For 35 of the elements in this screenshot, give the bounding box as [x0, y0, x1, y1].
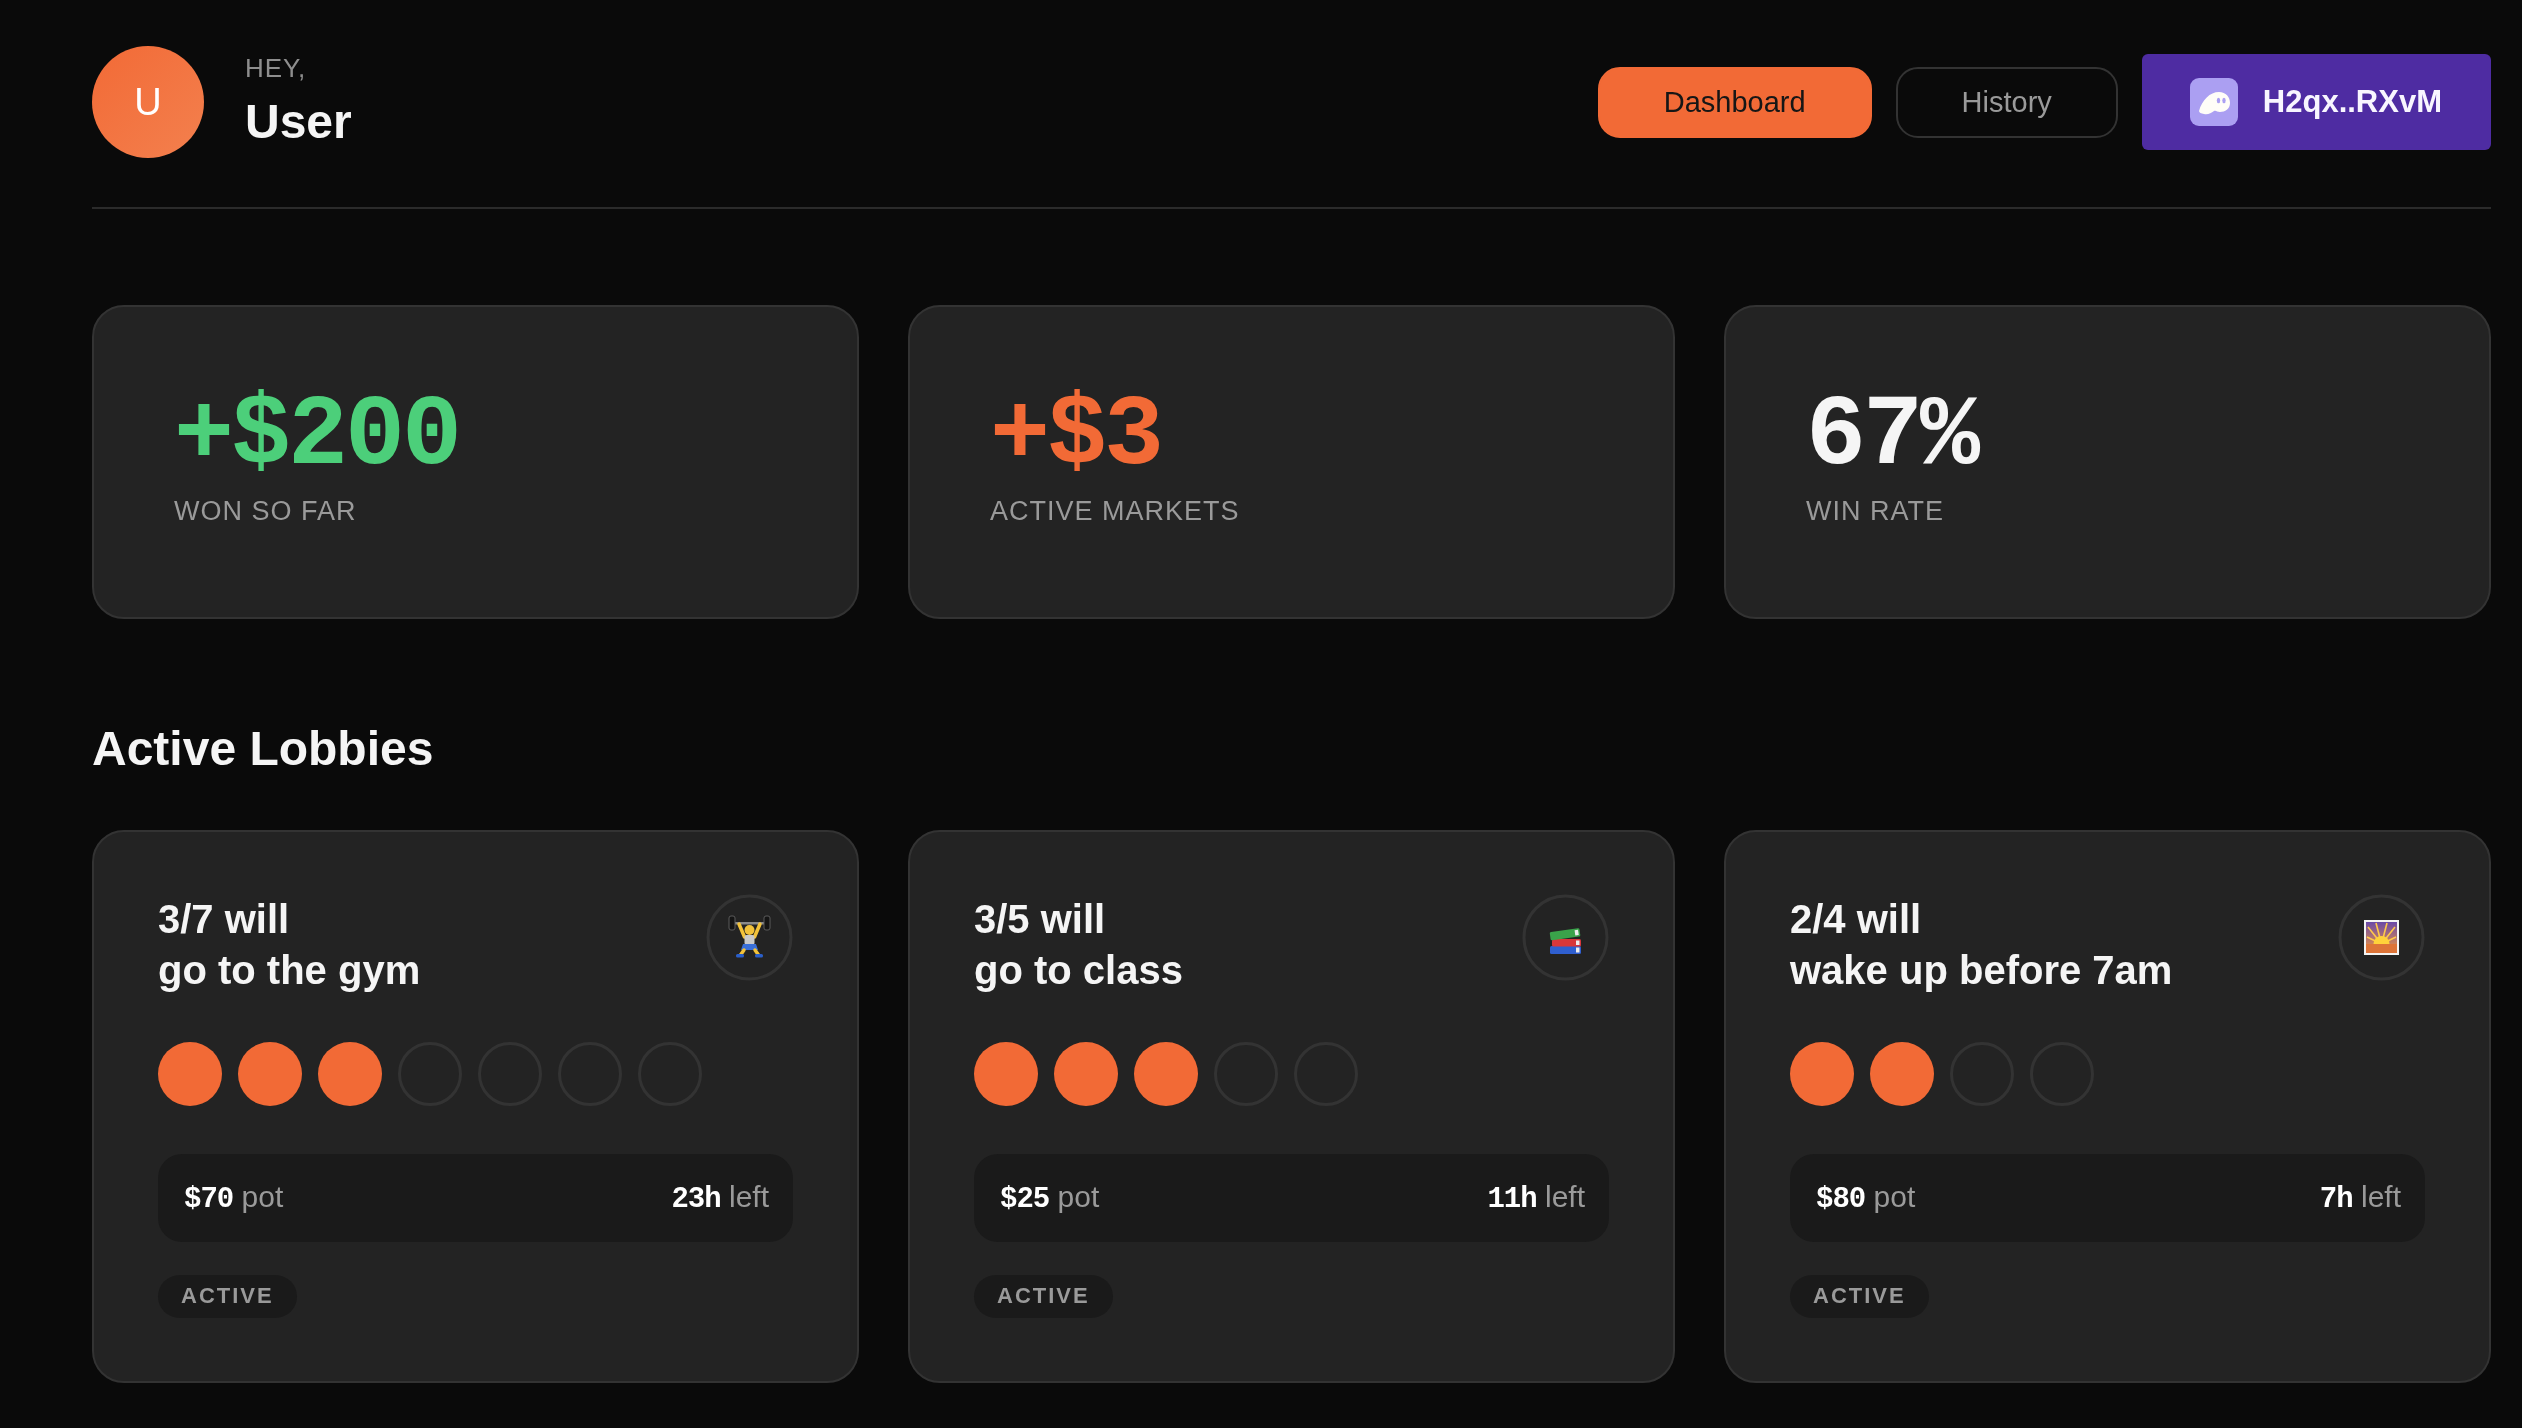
lobby-title: 3/5 will — [974, 895, 1106, 943]
lobby-card[interactable]: 3/7 will go to the gym $70 pot 23h left ACTIVE — [92, 829, 859, 1383]
stat-value: +$3 — [990, 387, 1162, 487]
lobby-card[interactable]: 3/5 will go to class $25 pot 11h left ACTIVE — [908, 829, 1675, 1383]
wallet-button[interactable]: H2qx..RXvM — [2141, 54, 2491, 150]
books-icon — [1522, 893, 1609, 981]
stat-value: 67% — [1806, 387, 1978, 487]
stat-label: WON SO FAR — [174, 495, 357, 528]
user-name: User — [245, 94, 352, 151]
nav-tab[interactable]: Dashboard — [1597, 66, 1872, 138]
status-badge: ACTIVE — [1790, 1274, 1929, 1318]
greeting-text: HEY, — [245, 53, 308, 85]
section-title: Active Lobbies — [92, 721, 434, 777]
pot-text: $70 pot — [184, 1179, 284, 1216]
pot-text: $25 pot — [1000, 1179, 1100, 1216]
sunrise-picture-icon — [2338, 893, 2425, 981]
stat-label: WIN RATE — [1806, 495, 1944, 528]
weightlifter-icon — [706, 893, 793, 981]
lobby-card[interactable]: 2/4 will wake up before 7am $80 pot 7h left ACTIVE — [1724, 829, 2491, 1383]
time-left-text: 23h left — [671, 1179, 769, 1216]
nav-tab[interactable]: History — [1895, 66, 2118, 138]
lobby-title: 3/7 will — [158, 895, 290, 943]
time-left-text: 7h left — [2319, 1179, 2401, 1216]
stat-value: +$200 — [174, 387, 460, 487]
status-badge: ACTIVE — [974, 1274, 1113, 1318]
stat-label: ACTIVE MARKETS — [990, 495, 1240, 528]
lobby-goal: go to class — [974, 946, 1183, 994]
ghost-icon — [2189, 78, 2238, 126]
time-left-text: 11h left — [1487, 1179, 1585, 1216]
lobby-title: 2/4 will — [1790, 895, 1922, 943]
status-badge: ACTIVE — [158, 1274, 297, 1318]
lobby-goal: go to the gym — [158, 946, 421, 994]
pot-text: $80 pot — [1816, 1179, 1916, 1216]
avatar: U — [92, 46, 204, 158]
lobby-goal: wake up before 7am — [1790, 946, 2173, 994]
